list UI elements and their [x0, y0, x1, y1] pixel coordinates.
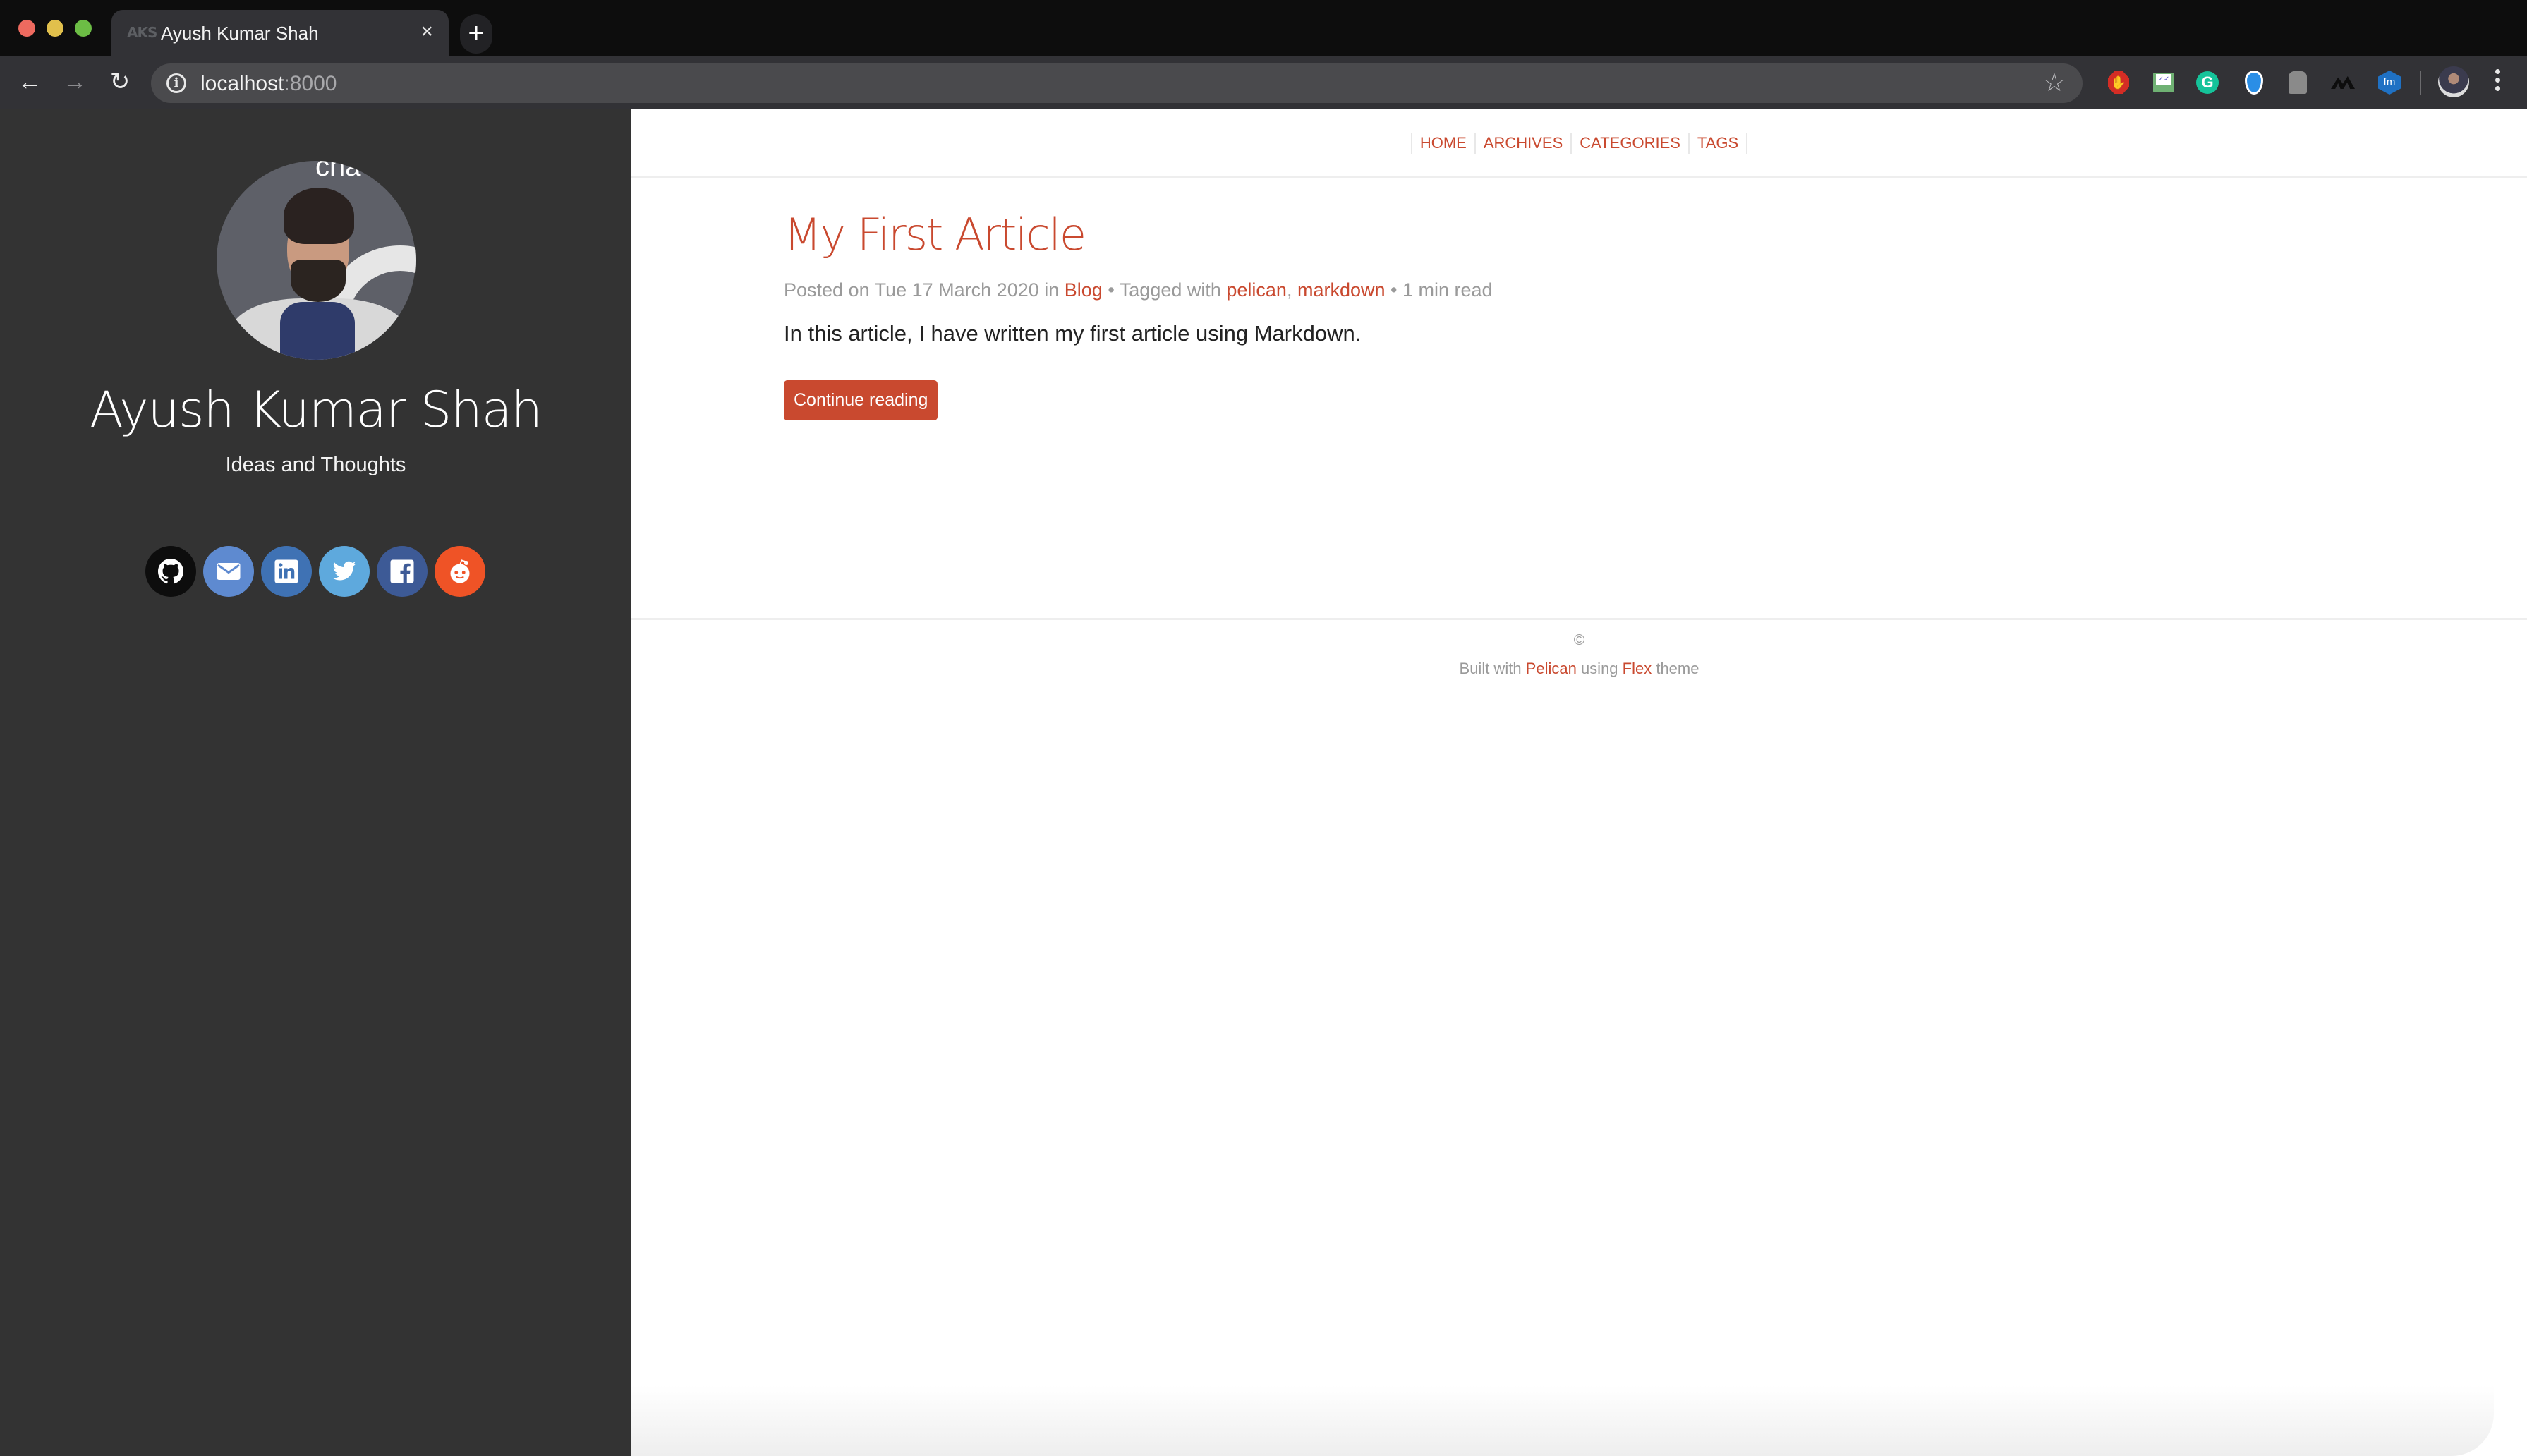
browser-title-bar: AKS Ayush Kumar Shah × +	[0, 0, 2527, 56]
tag-separator: ,	[1286, 279, 1297, 301]
github-icon	[158, 559, 183, 584]
envelope-icon	[217, 563, 241, 580]
linkedin-icon	[274, 559, 298, 583]
site-info-icon[interactable]: i	[166, 73, 186, 93]
reload-icon[interactable]: ↻	[104, 66, 135, 97]
grammarly-icon: G	[2196, 71, 2219, 94]
maximize-window-button[interactable]	[75, 20, 92, 37]
mountain-extension-button[interactable]	[2331, 71, 2355, 95]
url-host: localhost	[200, 72, 284, 95]
footer-built-with: Built with Pelican using Flex theme	[1459, 660, 1699, 677]
footer-divider	[631, 618, 2527, 620]
adblock-icon: ✋	[2108, 71, 2129, 94]
reddit-link[interactable]	[435, 546, 485, 597]
article-meta: Posted on Tue 17 March 2020 in Blog • Ta…	[784, 279, 2054, 301]
article-summary: In this article, I have written my first…	[784, 321, 1362, 346]
minimize-window-button[interactable]	[47, 20, 63, 37]
browser-toolbar: ← → ↻ i localhost:8000 ☆ ✋ G fm	[0, 56, 2527, 109]
nav-tags[interactable]: TAGS	[1687, 133, 1748, 154]
mail-tracker-icon	[2153, 73, 2174, 92]
tagged-with-label: • Tagged with	[1102, 279, 1227, 301]
pelican-link[interactable]: Pelican	[1526, 660, 1577, 677]
site-subtitle: Ideas and Thoughts	[225, 454, 406, 476]
category-link[interactable]: Blog	[1065, 279, 1103, 301]
grammarly-extension-button[interactable]: G	[2195, 71, 2219, 95]
close-window-button[interactable]	[18, 20, 35, 37]
profile-avatar[interactable]	[2438, 66, 2469, 97]
mountain-icon	[2331, 76, 2355, 89]
linkedin-link[interactable]	[261, 546, 312, 597]
article-preview: My First Article Posted on Tue 17 March …	[784, 209, 2054, 421]
twitter-link[interactable]	[319, 546, 370, 597]
browser-menu-icon[interactable]	[2490, 69, 2504, 97]
sidebar: cha Ayush Kumar Shah Ideas and Thoughts	[0, 109, 631, 1456]
bookmark-star-icon[interactable]: ☆	[2043, 68, 2066, 97]
spy-icon	[2289, 71, 2307, 94]
browser-tab[interactable]: AKS Ayush Kumar Shah ×	[111, 10, 449, 56]
address-bar[interactable]: i localhost:8000 ☆	[151, 63, 2083, 103]
continue-reading-button[interactable]: Continue reading	[784, 380, 938, 421]
toolbar-divider	[2420, 71, 2421, 95]
read-time: • 1 min read	[1385, 279, 1493, 301]
spy-extension-button[interactable]	[2286, 71, 2310, 95]
forward-arrow-icon[interactable]: →	[59, 66, 90, 97]
mail-tracker-extension-button[interactable]	[2152, 71, 2176, 95]
nav-home[interactable]: HOME	[1410, 133, 1474, 154]
tab-close-icon[interactable]: ×	[420, 20, 433, 44]
top-navigation: HOME ARCHIVES CATEGORIES TAGS	[631, 133, 2527, 154]
author-avatar[interactable]: cha	[217, 161, 416, 360]
tab-title: Ayush Kumar Shah	[161, 23, 319, 44]
lightbulb-extension-button[interactable]	[2242, 71, 2266, 95]
facebook-link[interactable]	[377, 546, 428, 597]
web-page: cha Ayush Kumar Shah Ideas and Thoughts	[0, 109, 2527, 1456]
lightbulb-icon	[2245, 71, 2263, 95]
flex-theme-link[interactable]: Flex	[1623, 660, 1652, 677]
facebook-icon	[390, 559, 414, 583]
reddit-icon	[450, 559, 470, 583]
nav-divider	[631, 176, 2527, 178]
tab-favicon-icon: AKS	[127, 24, 157, 41]
article-title[interactable]: My First Article	[784, 209, 2054, 261]
nav-categories[interactable]: CATEGORIES	[1570, 133, 1688, 154]
page-bottom-shadow	[631, 1385, 2494, 1456]
social-links	[145, 546, 485, 597]
fm-icon: fm	[2378, 71, 2401, 95]
url-text[interactable]: localhost:8000	[200, 72, 337, 96]
footer-copyright: ©	[1573, 632, 1585, 648]
back-arrow-icon[interactable]: ←	[14, 66, 45, 97]
main-content: HOME ARCHIVES CATEGORIES TAGS My First A…	[631, 109, 2527, 1456]
adblock-extension-button[interactable]: ✋	[2107, 71, 2131, 95]
email-link[interactable]	[203, 546, 254, 597]
fm-extension-button[interactable]: fm	[2377, 71, 2401, 95]
url-port: :8000	[284, 72, 337, 95]
github-link[interactable]	[145, 546, 196, 597]
tag-link-markdown[interactable]: markdown	[1297, 279, 1386, 301]
posted-date: Posted on Tue 17 March 2020 in	[784, 279, 1065, 301]
tag-link-pelican[interactable]: pelican	[1226, 279, 1287, 301]
twitter-icon	[332, 561, 356, 581]
new-tab-button[interactable]: +	[460, 14, 492, 54]
nav-archives[interactable]: ARCHIVES	[1474, 133, 1570, 154]
site-name[interactable]: Ayush Kumar Shah	[0, 381, 631, 439]
